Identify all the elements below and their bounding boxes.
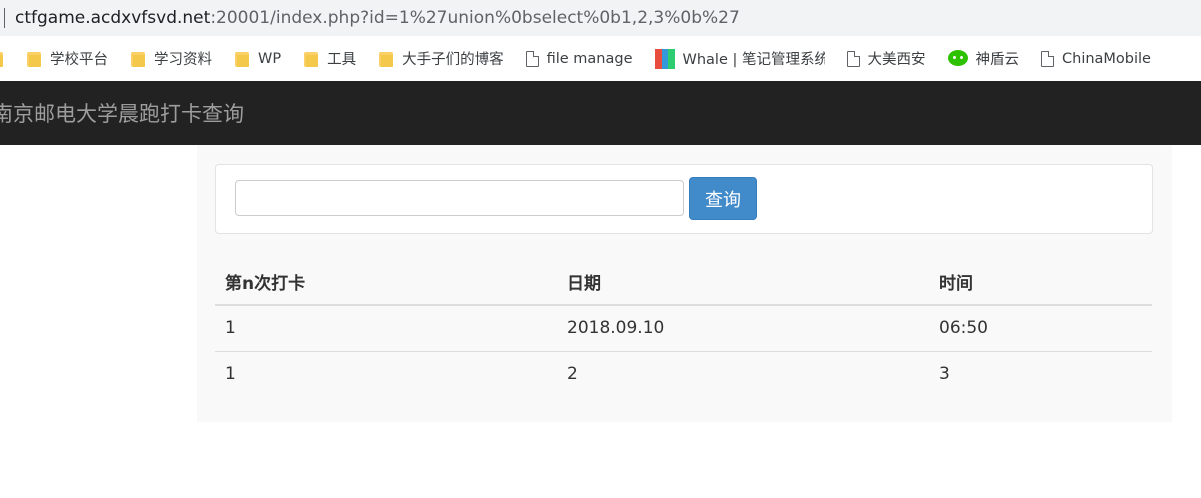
bookmark-label: 学习资料 [154, 52, 212, 68]
url-path[interactable]: :20001/index.php?id=1%27union%0bselect%0… [210, 8, 739, 28]
bookmark-label: 大手子们的博客 [402, 52, 504, 68]
bookmark-tools[interactable]: 工具 [303, 44, 356, 74]
wechat-icon [947, 49, 968, 68]
bookmark-label: 神盾云 [975, 52, 1020, 68]
navbar-brand[interactable]: 南京邮电大学晨跑打卡查询 [0, 98, 244, 128]
address-divider [4, 8, 5, 28]
table-cell: 2018.09.10 [557, 305, 929, 352]
table-header-row: 第n次打卡 日期 时间 [215, 259, 1152, 306]
main-panel: 查询 第n次打卡 日期 时间 1 2018.09.10 06:50 1 2 3 [197, 145, 1172, 422]
records-table: 第n次打卡 日期 时间 1 2018.09.10 06:50 1 2 3 [215, 259, 1152, 397]
search-input[interactable] [235, 180, 684, 216]
folder-icon [303, 51, 319, 67]
url-host[interactable]: ctfgame.acdxvfsvd.net [15, 8, 210, 28]
whale-icon [654, 48, 675, 69]
bookmark-study-materials[interactable]: 学习资料 [130, 44, 212, 74]
bookmark-file-manage[interactable]: file manage [525, 44, 633, 74]
bookmark-label: 学校平台 [50, 52, 108, 68]
table-cell: 06:50 [929, 305, 1152, 352]
bookmark-chinamobile[interactable]: ChinaMobile [1041, 44, 1151, 74]
bookmarks-bar: 学校平台 学习资料 WP 工具 大手子们的博客 file manage Whal… [0, 36, 1201, 81]
bookmark-xian[interactable]: 大美西安 [846, 44, 926, 74]
folder-icon [234, 51, 250, 67]
column-header-count: 第n次打卡 [215, 259, 557, 306]
bookmark-whale[interactable]: Whale | 笔记管理系统 [654, 44, 825, 74]
folder-icon [0, 51, 4, 67]
table-row: 1 2018.09.10 06:50 [215, 305, 1152, 352]
bookmark-wp[interactable]: WP [234, 44, 281, 74]
bookmark-label: 大美西安 [867, 52, 926, 68]
bookmark-label: ChinaMobile [1062, 50, 1151, 67]
bookmark-label: WP [258, 50, 282, 67]
table-cell: 3 [939, 364, 950, 385]
column-header-time: 时间 [929, 259, 1152, 306]
bookmark-label: Whale | 笔记管理系统 [682, 52, 825, 68]
table-cell: 1 [225, 364, 236, 385]
column-header-date: 日期 [557, 259, 929, 306]
address-bar[interactable]: ctfgame.acdxvfsvd.net:20001/index.php?id… [0, 0, 1201, 36]
bookmark-partial[interactable] [0, 44, 14, 74]
bookmark-shendun[interactable]: 神盾云 [947, 44, 1020, 74]
folder-icon [26, 51, 42, 67]
page-icon [846, 50, 860, 67]
folder-icon [130, 51, 146, 67]
table-cell: 1 [215, 305, 557, 352]
search-button[interactable]: 查询 [689, 177, 757, 220]
bookmark-school-platform[interactable]: 学校平台 [26, 44, 108, 74]
folder-icon [378, 51, 394, 67]
navbar: 南京邮电大学晨跑打卡查询 [0, 81, 1201, 145]
bookmark-blogs[interactable]: 大手子们的博客 [378, 44, 504, 74]
bookmark-label: file manage [546, 50, 633, 67]
page-icon [1041, 50, 1054, 67]
table-cell: 2 [567, 364, 578, 385]
page-icon [525, 50, 539, 67]
search-well: 查询 [215, 164, 1153, 234]
bookmark-label: 工具 [327, 52, 357, 68]
table-row: 1 2 3 [215, 351, 1152, 397]
